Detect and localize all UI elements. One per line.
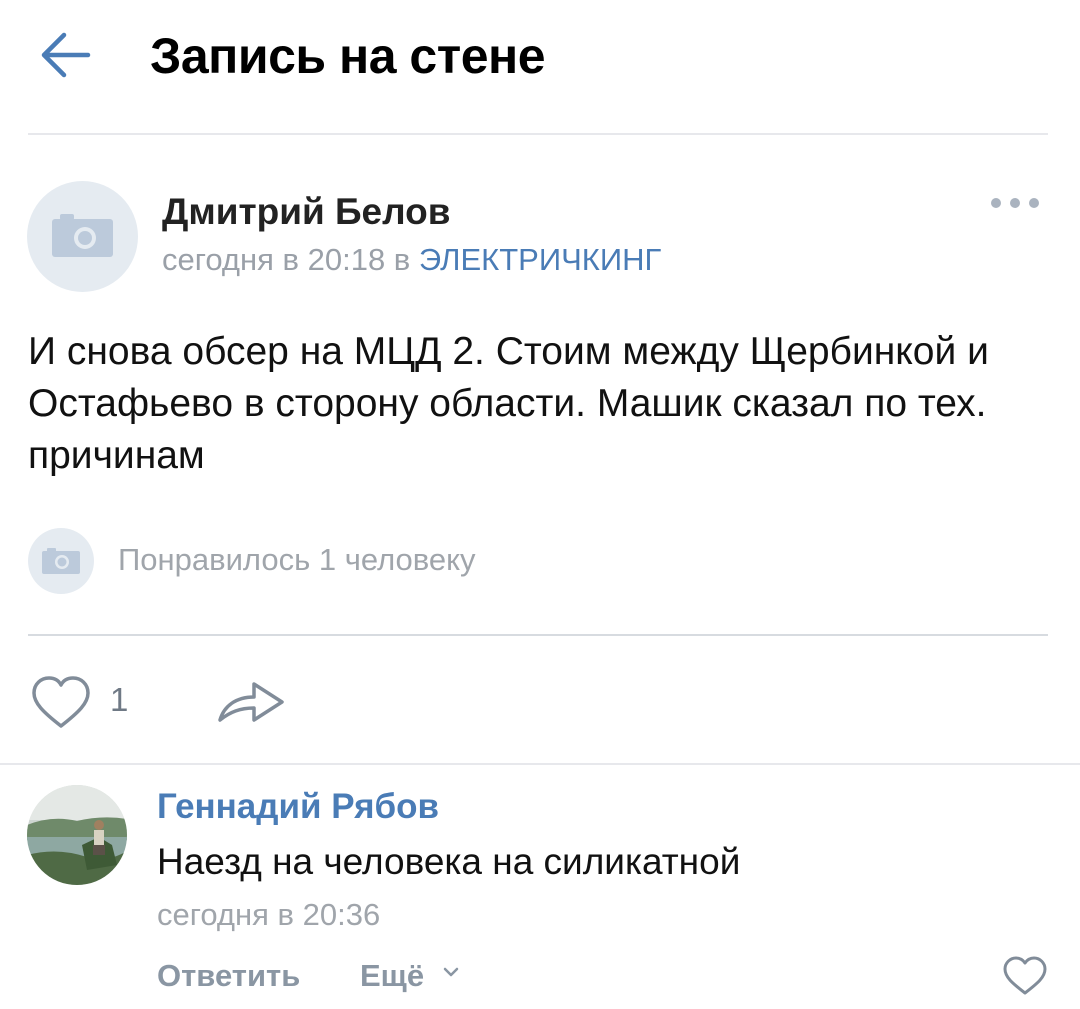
comment-more-button[interactable]: Ещё <box>360 956 424 996</box>
heart-icon[interactable] <box>1002 955 1048 997</box>
author-avatar[interactable] <box>27 181 138 292</box>
comment-time: сегодня в 20:36 <box>157 897 381 932</box>
reply-button[interactable]: Ответить <box>157 956 300 996</box>
post-text: И снова обсер на МЦД 2. Стоим между Щерб… <box>28 330 989 477</box>
post-divider <box>28 634 1048 636</box>
like-count: 1 <box>110 681 129 718</box>
share-arrow-icon[interactable] <box>212 670 292 730</box>
page-title: Запись на стене <box>150 28 546 84</box>
post-meta: сегодня в 20:18 в ЭЛЕКТРИЧКИНГ <box>162 240 661 280</box>
camera-icon <box>52 214 113 257</box>
heart-icon[interactable] <box>30 672 150 732</box>
header-divider <box>28 133 1048 135</box>
commenter-name[interactable]: Геннадий Рябов <box>157 786 439 828</box>
comment-text: Наезд на человека на силикатной <box>157 841 741 882</box>
commenter-avatar[interactable] <box>27 785 127 885</box>
photo-avatar <box>27 785 127 885</box>
post-time: сегодня в 20:18 в <box>162 242 411 277</box>
back-arrow-icon[interactable] <box>36 28 96 82</box>
liked-by-text[interactable]: Понравилось 1 человеку <box>118 540 476 580</box>
liker-avatar[interactable] <box>28 528 94 594</box>
more-dots-icon[interactable] <box>988 193 1042 213</box>
post-author-name[interactable]: Дмитрий Белов <box>162 190 451 234</box>
actions-divider <box>0 763 1080 765</box>
chevron-down-icon[interactable] <box>442 965 460 979</box>
community-link[interactable]: ЭЛЕКТРИЧКИНГ <box>419 242 661 277</box>
camera-icon <box>42 548 80 574</box>
